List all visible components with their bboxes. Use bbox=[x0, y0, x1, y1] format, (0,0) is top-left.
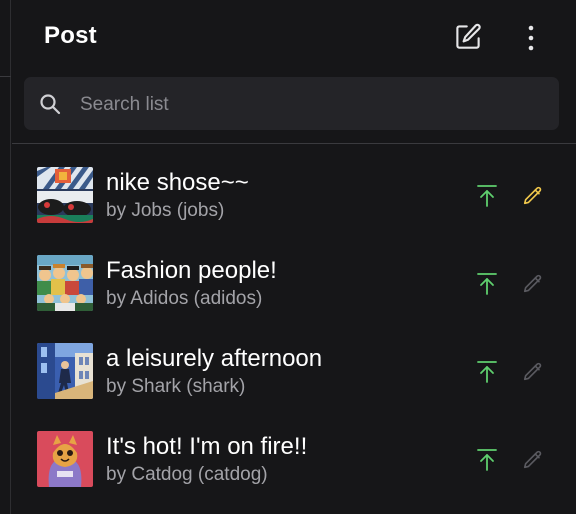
more-vertical-icon bbox=[528, 25, 534, 51]
panel-header: Post bbox=[12, 0, 576, 72]
pin-to-top-icon bbox=[477, 361, 497, 383]
post-author: by Adidos (adidos) bbox=[106, 288, 263, 309]
post-thumbnail bbox=[37, 431, 93, 487]
list-item[interactable]: a leisurely afternoon by Shark (shark) bbox=[12, 320, 576, 408]
panel-title: Post bbox=[44, 22, 97, 49]
post-title: It's hot! I'm on fire!! bbox=[106, 433, 308, 460]
edit-post-button[interactable] bbox=[519, 182, 547, 210]
compose-button[interactable] bbox=[450, 19, 486, 55]
post-title: a leisurely afternoon bbox=[106, 345, 323, 372]
left-pane-divider bbox=[0, 76, 11, 77]
post-thumbnail bbox=[37, 167, 93, 223]
post-thumbnail bbox=[37, 255, 93, 311]
post-title: nike shose~~ bbox=[106, 169, 249, 196]
pin-to-top-icon bbox=[477, 185, 497, 207]
list-item[interactable]: nike shose~~ by Jobs (jobs) bbox=[12, 144, 576, 232]
post-author: by Catdog (catdog) bbox=[106, 464, 268, 485]
search-input[interactable] bbox=[78, 77, 542, 132]
edit-post-button[interactable] bbox=[519, 270, 547, 298]
search-box bbox=[24, 77, 559, 132]
edit-pencil-icon bbox=[523, 274, 542, 293]
search-icon bbox=[40, 94, 61, 115]
list-item[interactable]: Fashion people! by Adidos (adidos) bbox=[12, 232, 576, 320]
pin-to-top-button[interactable] bbox=[473, 446, 501, 474]
pin-to-top-icon bbox=[477, 273, 497, 295]
edit-pencil-icon bbox=[523, 362, 542, 381]
edit-pencil-icon bbox=[523, 186, 542, 205]
post-author: by Jobs (jobs) bbox=[106, 200, 225, 221]
post-title: Fashion people! bbox=[106, 257, 277, 284]
more-options-button[interactable] bbox=[513, 19, 549, 55]
edit-post-button[interactable] bbox=[519, 446, 547, 474]
post-list-panel: Post Search list nike shose~~ by Jobs (j… bbox=[12, 0, 576, 514]
list-item[interactable]: It's hot! I'm on fire!! by Catdog (catdo… bbox=[12, 408, 576, 496]
post-thumbnail bbox=[37, 343, 93, 399]
post-author: by Shark (shark) bbox=[106, 376, 246, 397]
edit-post-button[interactable] bbox=[519, 358, 547, 386]
edit-pencil-icon bbox=[523, 450, 542, 469]
pin-to-top-button[interactable] bbox=[473, 182, 501, 210]
pin-to-top-icon bbox=[477, 449, 497, 471]
pin-to-top-button[interactable] bbox=[473, 270, 501, 298]
left-pane-edge bbox=[0, 0, 11, 514]
compose-icon bbox=[456, 23, 481, 49]
pin-to-top-button[interactable] bbox=[473, 358, 501, 386]
